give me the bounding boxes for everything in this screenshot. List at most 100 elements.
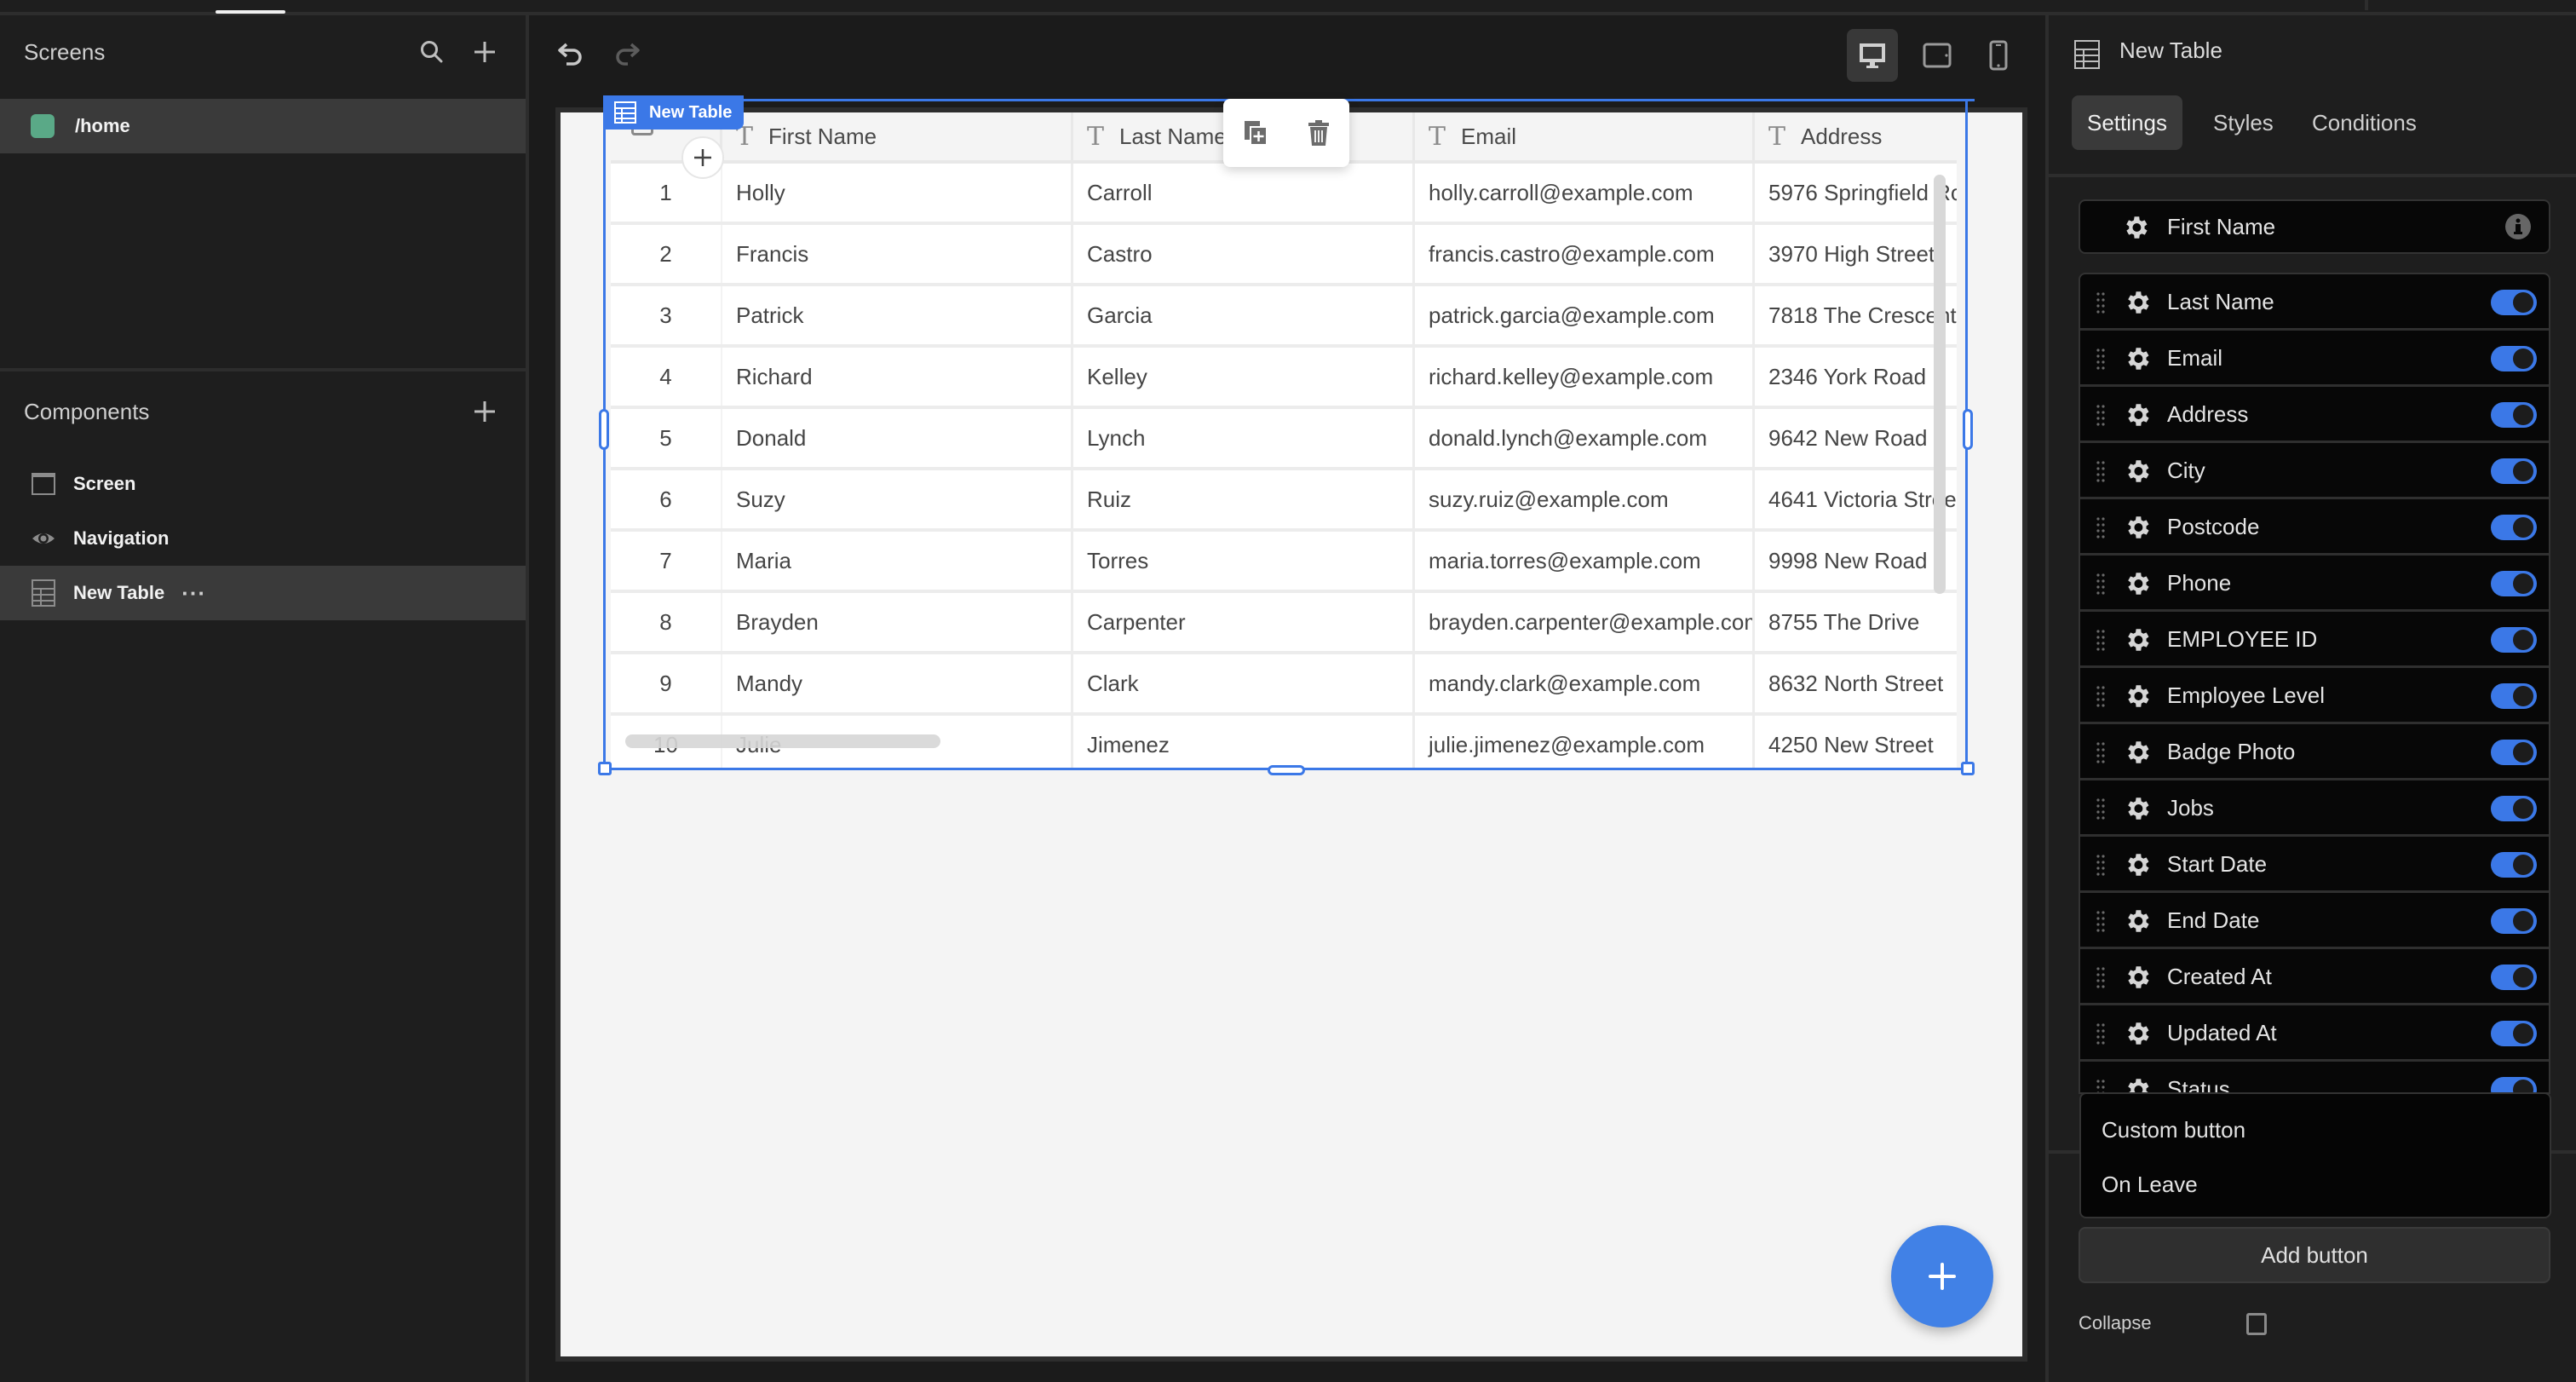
field-row[interactable]: Badge Photo (2080, 724, 2549, 780)
resize-handle-top-right[interactable] (1961, 99, 1975, 101)
component-item-new-table[interactable]: New Table ··· (0, 566, 526, 620)
tab-styles[interactable]: Styles (2198, 95, 2289, 150)
resize-handle-bottom-left[interactable] (598, 762, 612, 775)
field-row[interactable]: Created At (2080, 949, 2549, 1005)
drag-handle-icon[interactable] (2096, 291, 2106, 314)
field-row[interactable]: Last Name (2080, 274, 2549, 331)
tab-conditions[interactable]: Conditions (2297, 95, 2432, 150)
field-row[interactable]: Updated At (2080, 1005, 2549, 1062)
column-header-email[interactable]: T Email (1415, 112, 1755, 160)
field-visibility-toggle[interactable] (2491, 402, 2537, 428)
device-tablet-button[interactable] (1912, 29, 1963, 82)
field-visibility-toggle[interactable] (2491, 796, 2537, 821)
info-icon[interactable] (2504, 213, 2532, 240)
table-horizontal-scrollbar[interactable] (625, 734, 940, 748)
field-visibility-toggle[interactable] (2491, 346, 2537, 371)
screen-item-home[interactable]: /home (0, 99, 526, 153)
gear-icon[interactable] (2123, 738, 2152, 767)
field-visibility-toggle[interactable] (2491, 571, 2537, 596)
drag-handle-icon[interactable] (2096, 348, 2106, 370)
field-row[interactable]: Email (2080, 331, 2549, 387)
component-item-navigation[interactable]: Navigation (0, 511, 526, 566)
table-vertical-scrollbar[interactable] (1934, 175, 1946, 594)
add-button[interactable]: Add button (2079, 1227, 2550, 1283)
undo-icon[interactable] (555, 39, 586, 70)
field-visibility-toggle[interactable] (2491, 965, 2537, 990)
field-row[interactable]: Start Date (2080, 837, 2549, 893)
gear-icon[interactable] (2123, 1019, 2152, 1048)
field-visibility-toggle[interactable] (2491, 290, 2537, 315)
gear-icon[interactable] (2123, 625, 2152, 654)
drag-handle-icon[interactable] (2096, 516, 2106, 538)
resize-handle-bottom[interactable] (1268, 765, 1305, 775)
table-row[interactable]: 3 Patrick Garcia patrick.garcia@example.com… (611, 286, 1957, 348)
gear-icon[interactable] (2123, 344, 2152, 373)
add-component-icon[interactable] (470, 397, 499, 426)
table-row[interactable]: 8 Brayden Carpenter brayden.carpenter@examp… (611, 593, 1957, 654)
add-screen-icon[interactable] (470, 37, 499, 66)
drag-handle-icon[interactable] (2096, 573, 2106, 595)
gear-icon[interactable] (2123, 850, 2152, 879)
field-visibility-toggle[interactable] (2491, 1021, 2537, 1046)
field-row[interactable]: Employee Level (2080, 668, 2549, 724)
menu-item-on-leave[interactable]: On Leave (2102, 1159, 2198, 1210)
gear-icon[interactable] (2123, 794, 2152, 823)
gear-icon[interactable] (2123, 288, 2152, 317)
component-item-screen[interactable]: Screen (0, 457, 526, 511)
field-row[interactable]: City (2080, 443, 2549, 499)
field-row[interactable]: Address (2080, 387, 2549, 443)
resize-handle-right[interactable] (1963, 409, 1973, 450)
tab-settings[interactable]: Settings (2072, 95, 2182, 150)
field-row[interactable]: Status (2080, 1062, 2549, 1094)
field-row[interactable]: EMPLOYEE ID (2080, 612, 2549, 668)
field-visibility-toggle[interactable] (2491, 1077, 2537, 1092)
field-visibility-toggle[interactable] (2491, 683, 2537, 709)
gear-icon[interactable] (2123, 457, 2152, 486)
drag-handle-icon[interactable] (2096, 741, 2106, 763)
gear-icon[interactable] (2123, 513, 2152, 542)
field-row[interactable]: End Date (2080, 893, 2549, 949)
drag-handle-icon[interactable] (2096, 798, 2106, 820)
trash-icon[interactable] (1308, 119, 1330, 147)
drag-handle-icon[interactable] (2096, 629, 2106, 651)
field-visibility-toggle[interactable] (2491, 627, 2537, 653)
table-row[interactable]: 6 Suzy Ruiz suzy.ruiz@example.com 4641 Victo… (611, 470, 1957, 532)
data-table[interactable]: T First Name T Last Name T Email T Address 1… (611, 112, 1957, 770)
menu-item-custom-button[interactable]: Custom button (2102, 1104, 2245, 1155)
more-options-icon[interactable]: ··· (181, 580, 206, 607)
field-row[interactable]: Postcode (2080, 499, 2549, 556)
gear-icon[interactable] (2123, 569, 2152, 598)
column-header-first-name[interactable]: T First Name (722, 112, 1073, 160)
field-visibility-toggle[interactable] (2491, 515, 2537, 540)
field-row[interactable]: Phone (2080, 556, 2549, 612)
field-row[interactable]: Jobs (2080, 780, 2549, 837)
drag-handle-icon[interactable] (2096, 854, 2106, 876)
collapse-checkbox[interactable] (2246, 1313, 2267, 1335)
resize-handle-left[interactable] (599, 409, 609, 450)
primary-field-row[interactable]: First Name (2079, 199, 2550, 254)
gear-icon[interactable] (2123, 907, 2152, 936)
field-visibility-toggle[interactable] (2491, 908, 2537, 934)
redo-icon[interactable] (612, 39, 642, 70)
table-row[interactable]: 9 Mandy Clark mandy.clark@example.com 8632 N… (611, 654, 1957, 716)
drag-handle-icon[interactable] (2096, 460, 2106, 482)
gear-icon[interactable] (2123, 682, 2152, 711)
table-row[interactable]: 5 Donald Lynch donald.lynch@example.com 9642… (611, 409, 1957, 470)
drag-handle-icon[interactable] (2096, 1022, 2106, 1045)
gear-icon[interactable] (2123, 963, 2152, 992)
duplicate-icon[interactable] (1243, 119, 1268, 147)
table-row[interactable]: 1 Holly Carroll holly.carroll@example.com 59… (611, 164, 1957, 225)
device-desktop-button[interactable] (1847, 29, 1898, 82)
table-row[interactable]: 7 Maria Torres maria.torres@example.com 9998… (611, 532, 1957, 593)
table-row[interactable]: 2 Francis Castro francis.castro@example.com… (611, 225, 1957, 286)
drag-handle-icon[interactable] (2096, 685, 2106, 707)
gear-icon[interactable] (2123, 1075, 2152, 1094)
field-visibility-toggle[interactable] (2491, 740, 2537, 765)
drag-handle-icon[interactable] (2096, 910, 2106, 932)
drag-handle-icon[interactable] (2096, 404, 2106, 426)
column-header-address[interactable]: T Address (1755, 112, 1957, 160)
field-visibility-toggle[interactable] (2491, 852, 2537, 878)
field-visibility-toggle[interactable] (2491, 458, 2537, 484)
add-column-button[interactable] (681, 136, 724, 179)
device-mobile-button[interactable] (1973, 29, 2024, 82)
